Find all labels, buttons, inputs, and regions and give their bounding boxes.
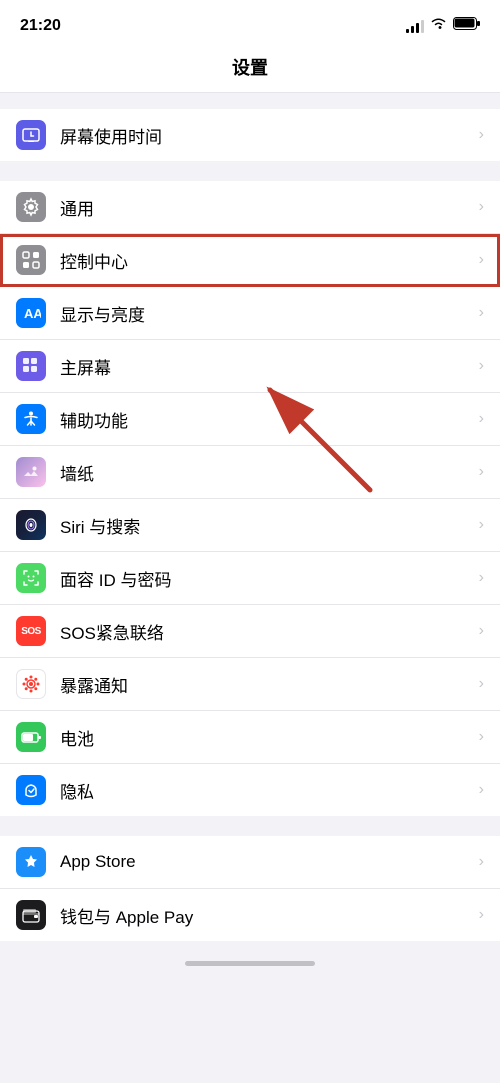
row-sos[interactable]: SOS SOS紧急联络 › <box>0 605 500 658</box>
page-title: 设置 <box>0 44 500 93</box>
svg-text:AA: AA <box>24 306 41 321</box>
row-wallpaper[interactable]: 墙纸 › <box>0 446 500 499</box>
control-center-icon <box>16 245 46 275</box>
row-general[interactable]: 通用 › <box>0 181 500 234</box>
battery-chevron: › <box>479 728 484 746</box>
exposure-label: 暴露通知 <box>60 672 471 697</box>
general-chevron: › <box>479 198 484 216</box>
siri-icon <box>16 510 46 540</box>
siri-label: Siri 与搜索 <box>60 513 471 538</box>
battery-label: 电池 <box>60 725 471 750</box>
screentime-chevron: › <box>479 126 484 144</box>
siri-chevron: › <box>479 516 484 534</box>
control-center-label: 控制中心 <box>60 248 471 273</box>
exposure-icon <box>16 669 46 699</box>
faceid-chevron: › <box>479 569 484 587</box>
faceid-label: 面容 ID 与密码 <box>60 566 471 591</box>
home-indicator-area <box>0 941 500 976</box>
display-label: 显示与亮度 <box>60 301 471 326</box>
sos-label: SOS紧急联络 <box>60 619 471 644</box>
row-display[interactable]: AA 显示与亮度 › <box>0 287 500 340</box>
privacy-icon <box>16 775 46 805</box>
accessibility-label: 辅助功能 <box>60 407 471 432</box>
row-screen-time[interactable]: 屏幕使用时间 › <box>0 109 500 161</box>
status-bar: 21:20 <box>0 0 500 44</box>
home-screen-icon <box>16 351 46 381</box>
control-center-chevron: › <box>479 251 484 269</box>
section-1: 屏幕使用时间 › <box>0 109 500 161</box>
row-accessibility[interactable]: 辅助功能 › <box>0 393 500 446</box>
section-3: App Store › 钱包与 Apple Pay › <box>0 836 500 941</box>
row-appstore[interactable]: App Store › <box>0 836 500 889</box>
privacy-chevron: › <box>479 781 484 799</box>
appstore-chevron: › <box>479 853 484 871</box>
wallet-chevron: › <box>479 906 484 924</box>
general-label: 通用 <box>60 195 471 220</box>
accessibility-chevron: › <box>479 410 484 428</box>
row-battery[interactable]: 电池 › <box>0 711 500 764</box>
status-time: 21:20 <box>20 17 61 35</box>
row-privacy[interactable]: 隐私 › <box>0 764 500 816</box>
wallpaper-icon <box>16 457 46 487</box>
home-screen-label: 主屏幕 <box>60 354 471 379</box>
exposure-chevron: › <box>479 675 484 693</box>
wallpaper-label: 墙纸 <box>60 460 471 485</box>
wallet-label: 钱包与 Apple Pay <box>60 903 471 928</box>
row-home-screen[interactable]: 主屏幕 › <box>0 340 500 393</box>
row-wallet[interactable]: 钱包与 Apple Pay › <box>0 889 500 941</box>
wifi-icon <box>430 17 447 35</box>
display-chevron: › <box>479 304 484 322</box>
screentime-icon <box>16 120 46 150</box>
signal-icon <box>406 20 424 33</box>
wallpaper-chevron: › <box>479 463 484 481</box>
home-indicator <box>185 961 315 966</box>
display-icon: AA <box>16 298 46 328</box>
row-exposure[interactable]: 暴露通知 › <box>0 658 500 711</box>
sos-icon: SOS <box>16 616 46 646</box>
battery-icon <box>453 17 480 35</box>
row-faceid[interactable]: 面容 ID 与密码 › <box>0 552 500 605</box>
accessibility-icon <box>16 404 46 434</box>
privacy-label: 隐私 <box>60 778 471 803</box>
sos-chevron: › <box>479 622 484 640</box>
home-screen-chevron: › <box>479 357 484 375</box>
wallet-icon <box>16 900 46 930</box>
row-siri[interactable]: Siri 与搜索 › <box>0 499 500 552</box>
section-2: 通用 › 控制中心 › AA 显示与亮度 › <box>0 181 500 816</box>
row-control-center[interactable]: 控制中心 › <box>0 234 500 287</box>
faceid-icon <box>16 563 46 593</box>
appstore-icon <box>16 847 46 877</box>
general-icon <box>16 192 46 222</box>
screentime-label: 屏幕使用时间 <box>60 123 471 148</box>
status-icons <box>406 17 480 35</box>
battery-row-icon <box>16 722 46 752</box>
appstore-label: App Store <box>60 852 471 872</box>
